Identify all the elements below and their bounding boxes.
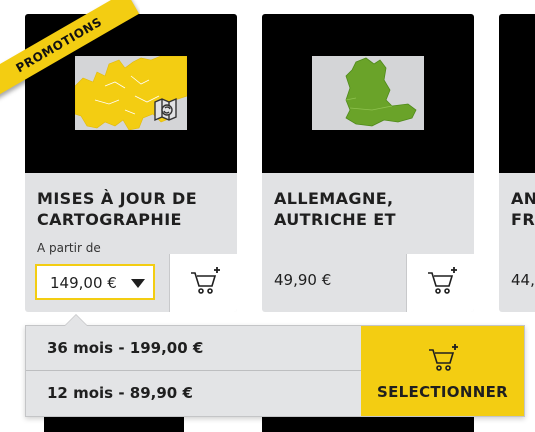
selected-price: 149,00 € — [50, 274, 117, 292]
price-option-label: 12 mois - 89,90 € — [47, 384, 193, 402]
chevron-down-icon — [131, 279, 145, 288]
add-to-cart-button[interactable] — [169, 254, 237, 312]
price-options-dropdown: 36 mois - 199,00 € 12 mois - 89,90 € SEL… — [25, 314, 525, 417]
product-card-map-update: MISES À JOUR DE CARTOGRAPHIE A partir de… — [25, 14, 237, 312]
select-button[interactable]: SELECTIONNER — [361, 326, 524, 416]
cart-plus-icon — [191, 267, 220, 294]
product-price: 49,90 € — [274, 271, 332, 289]
product-image[interactable] — [262, 14, 474, 173]
price-label: A partir de — [37, 241, 101, 255]
product-image[interactable] — [25, 14, 237, 173]
germany-austria-map-icon — [312, 56, 424, 130]
select-button-label: SELECTIONNER — [377, 383, 508, 401]
next-card-image-strip — [44, 415, 184, 432]
price-duration-select[interactable]: 149,00 € — [35, 264, 155, 300]
product-image[interactable] — [499, 14, 535, 173]
product-title: MISES À JOUR DE CARTOGRAPHIE — [37, 189, 198, 229]
cart-plus-icon — [428, 267, 457, 294]
price-option-label: 36 mois - 199,00 € — [47, 339, 204, 357]
product-title: ALLEMAGNE, AUTRICHE ET — [274, 189, 396, 229]
add-to-cart-button[interactable] — [406, 254, 474, 312]
product-card-germany-austria: ALLEMAGNE, AUTRICHE ET 49,90 € — [262, 14, 474, 312]
product-price: 44, — [511, 271, 535, 289]
price-option-12-months[interactable]: 12 mois - 89,90 € — [26, 371, 361, 415]
dropdown-pointer-fill — [65, 315, 87, 326]
next-card-image-strip — [262, 415, 474, 432]
price-option-36-months[interactable]: 36 mois - 199,00 € — [26, 326, 361, 371]
cart-plus-icon — [429, 344, 458, 371]
product-card-partial: AN FR 44, — [499, 14, 535, 312]
europe-map-update-icon — [75, 56, 187, 130]
product-title: AN FR — [511, 189, 535, 229]
